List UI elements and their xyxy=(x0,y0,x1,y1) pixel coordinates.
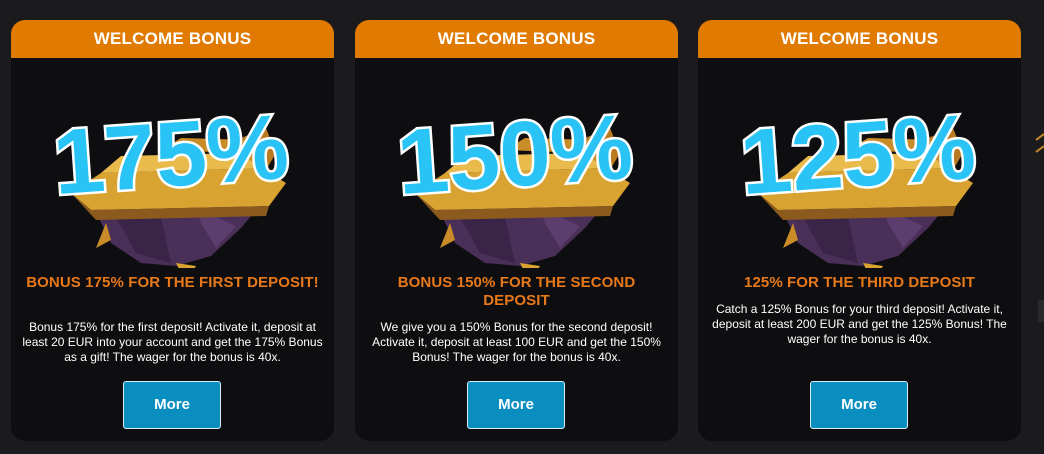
card-title: BONUS 150% FOR THE SECOND DEPOSIT xyxy=(397,274,636,309)
floating-island-icon: 125% xyxy=(734,93,981,268)
bonus-illustration: 125% xyxy=(698,58,1021,268)
bonus-percent: 175% xyxy=(50,96,292,214)
card-title: 125% FOR THE THIRD DEPOSIT xyxy=(744,274,975,291)
card-description: Bonus 175% for the first deposit! Activa… xyxy=(22,320,323,364)
floating-island-icon: 175% xyxy=(47,93,294,268)
bonus-card-first-deposit: WELCOME BONUS 175% BONUS 175% FOR THE FI… xyxy=(11,20,334,441)
floating-island-icon: 150% xyxy=(391,93,638,268)
card-description: Catch a 125% Bonus for your third deposi… xyxy=(712,302,1007,346)
card-header: WELCOME BONUS xyxy=(355,20,678,58)
card-title: BONUS 175% FOR THE FIRST DEPOSIT! xyxy=(26,274,319,291)
bonus-card-third-deposit: WELCOME BONUS 125% 125% FOR THE THIRD DE… xyxy=(698,20,1021,441)
bonus-illustration: 150% xyxy=(355,58,678,268)
bonus-cards: WELCOME BONUS 175% BONUS 175% FOR THE FI… xyxy=(0,0,1044,454)
bonus-percent: 150% xyxy=(394,96,636,214)
bonus-card-second-deposit: WELCOME BONUS 150% BONUS 150% FOR THE SE… xyxy=(355,20,678,441)
more-button[interactable]: More xyxy=(810,381,908,429)
more-button[interactable]: More xyxy=(123,381,221,429)
next-card-decoration-icon xyxy=(1035,133,1044,322)
card-description: We give you a 150% Bonus for the second … xyxy=(372,320,661,364)
bonus-percent: 125% xyxy=(737,96,979,214)
card-header: WELCOME BONUS xyxy=(11,20,334,58)
bonus-illustration: 175% xyxy=(11,58,334,268)
more-button[interactable]: More xyxy=(467,381,565,429)
card-header: WELCOME BONUS xyxy=(698,20,1021,58)
